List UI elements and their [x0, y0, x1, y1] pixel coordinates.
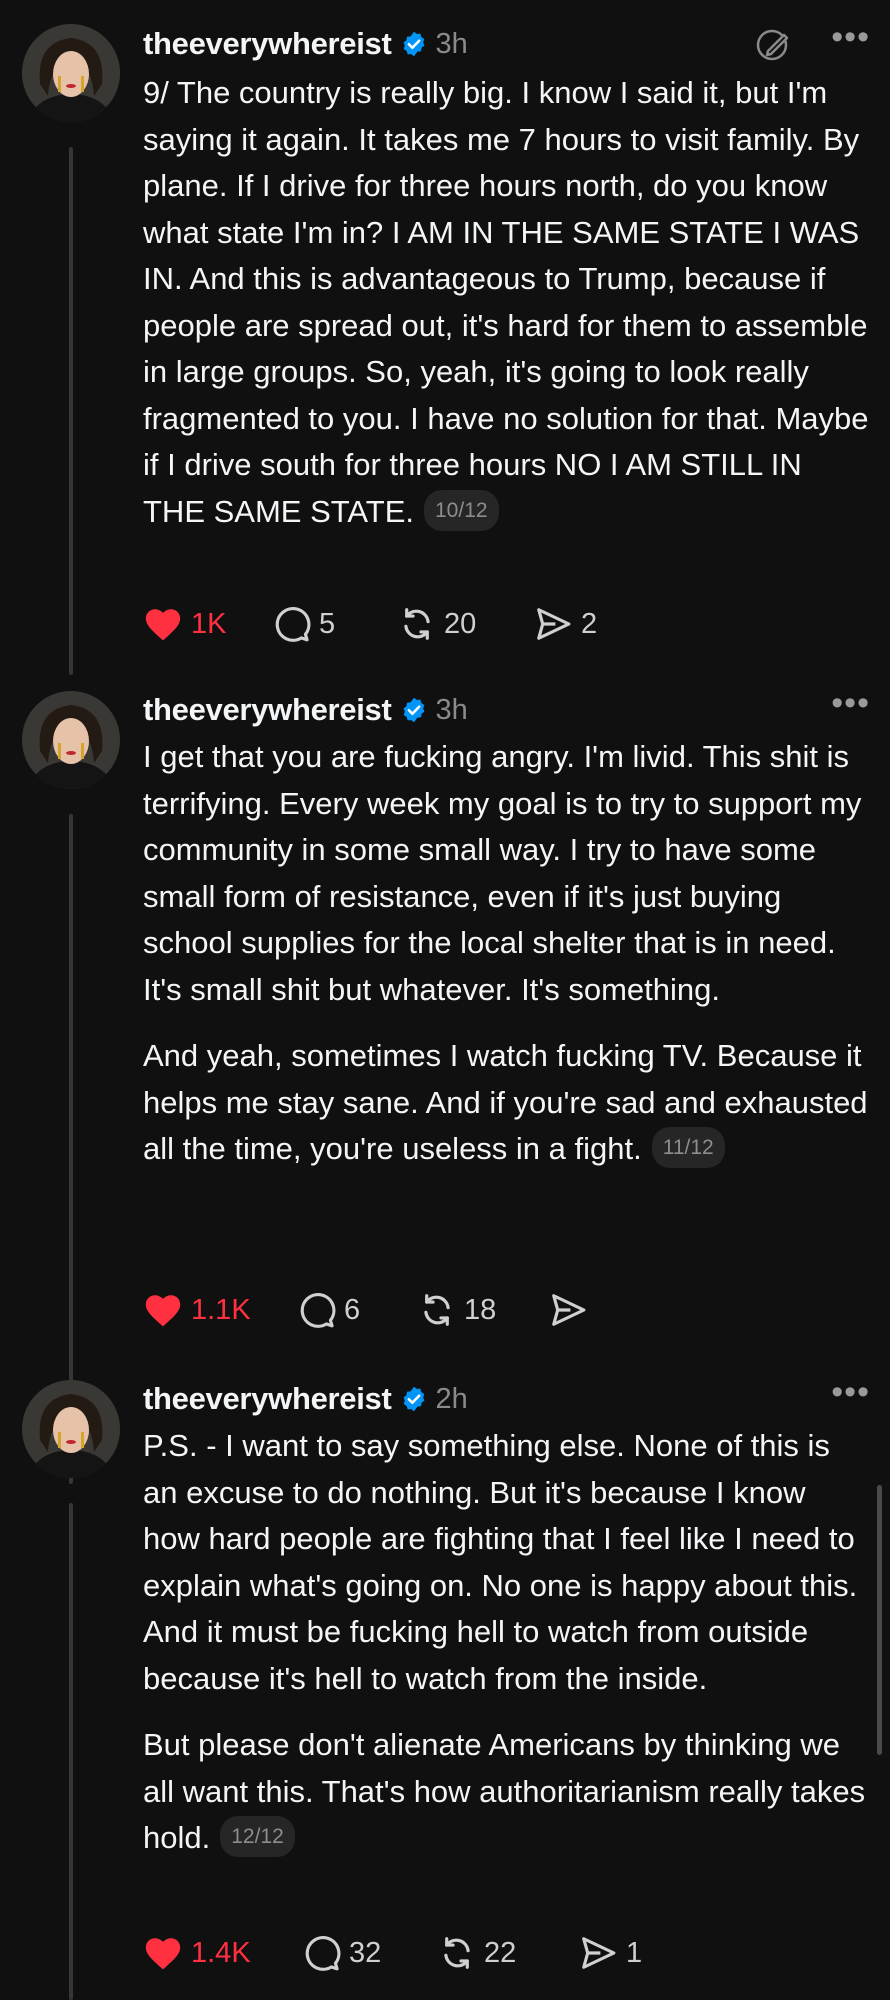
verified-badge-icon: [400, 696, 428, 724]
like-button[interactable]: 1.4K: [143, 1935, 303, 1971]
like-button[interactable]: 1.1K: [143, 1292, 298, 1328]
username[interactable]: theeverywhereist: [143, 692, 392, 728]
post-actions: 1.1K 6 18: [143, 1288, 596, 1332]
repost-count: 20: [444, 607, 477, 640]
verified-badge-icon: [400, 1385, 428, 1413]
send-icon: [552, 1294, 586, 1326]
post-paragraph: 9/ The country is really big. I know I s…: [143, 75, 869, 529]
thread-counter: 11/12: [651, 1127, 725, 1169]
heart-icon: [145, 1938, 181, 1970]
send-icon: [537, 608, 571, 640]
repost-button[interactable]: 20: [398, 605, 533, 643]
heart-icon: [145, 1295, 181, 1327]
reply-count: 5: [319, 607, 336, 640]
post-paragraph: And yeah, sometimes I watch fucking TV. …: [143, 1038, 868, 1166]
post-time: 3h: [435, 693, 468, 726]
post-time: 3h: [435, 27, 468, 60]
scrollbar[interactable]: [877, 1485, 882, 1755]
share-count: 1: [626, 1936, 643, 1969]
like-count: 1.4K: [191, 1936, 251, 1969]
share-button[interactable]: [548, 1291, 596, 1329]
username[interactable]: theeverywhereist: [143, 26, 392, 62]
like-button[interactable]: 1K: [143, 606, 273, 642]
more-dots-icon[interactable]: •••: [831, 686, 870, 720]
thread-line: [69, 1503, 73, 2000]
post-actions: 1.4K 32 22 1: [143, 1931, 642, 1975]
thread-line: [69, 147, 73, 675]
comment-bubble-icon: [275, 607, 311, 642]
repost-icon: [404, 608, 430, 640]
post-text: P.S. - I want to say something else. Non…: [143, 1423, 870, 1862]
like-count: 1.1K: [191, 1293, 251, 1326]
avatar[interactable]: [22, 1380, 120, 1478]
more-dots-icon[interactable]: •••: [831, 1375, 870, 1409]
post-header: theeverywhereist 3h •••: [143, 20, 870, 66]
reply-button[interactable]: 5: [273, 605, 398, 643]
send-icon: [582, 1937, 616, 1969]
repost-button[interactable]: 18: [418, 1291, 548, 1329]
reply-button[interactable]: 32: [303, 1934, 438, 1972]
post-actions: 1K 5 20 2: [143, 602, 597, 646]
post-time: 2h: [435, 1382, 468, 1415]
post-header: theeverywhereist 3h •••: [143, 686, 870, 732]
verified-badge-icon: [400, 30, 428, 58]
edit-pencil-icon[interactable]: [755, 26, 791, 62]
thread-counter: 10/12: [424, 489, 499, 531]
repost-count: 22: [484, 1936, 517, 1969]
reply-count: 6: [344, 1293, 361, 1326]
reply-button[interactable]: 6: [298, 1291, 418, 1329]
comment-bubble-icon: [305, 1936, 341, 1971]
post-paragraph: P.S. - I want to say something else. Non…: [143, 1428, 858, 1696]
avatar[interactable]: [22, 24, 120, 122]
thread-counter: 12/12: [220, 1816, 295, 1858]
like-count: 1K: [191, 607, 227, 640]
post-header: theeverywhereist 2h •••: [143, 1375, 870, 1421]
repost-count: 18: [464, 1293, 497, 1326]
reply-count: 32: [349, 1936, 382, 1969]
repost-button[interactable]: 22: [438, 1934, 578, 1972]
heart-icon: [145, 609, 181, 641]
post-text: 9/ The country is really big. I know I s…: [143, 70, 870, 535]
share-count: 2: [581, 607, 598, 640]
comment-bubble-icon: [300, 1293, 336, 1328]
repost-icon: [444, 1937, 470, 1969]
post-paragraph: I get that you are fucking angry. I'm li…: [143, 739, 862, 1007]
more-dots-icon[interactable]: •••: [831, 20, 870, 54]
post-text: I get that you are fucking angry. I'm li…: [143, 734, 870, 1173]
repost-icon: [424, 1294, 450, 1326]
share-button[interactable]: 2: [533, 605, 597, 643]
share-button[interactable]: 1: [578, 1934, 642, 1972]
username[interactable]: theeverywhereist: [143, 1381, 392, 1417]
avatar[interactable]: [22, 691, 120, 789]
